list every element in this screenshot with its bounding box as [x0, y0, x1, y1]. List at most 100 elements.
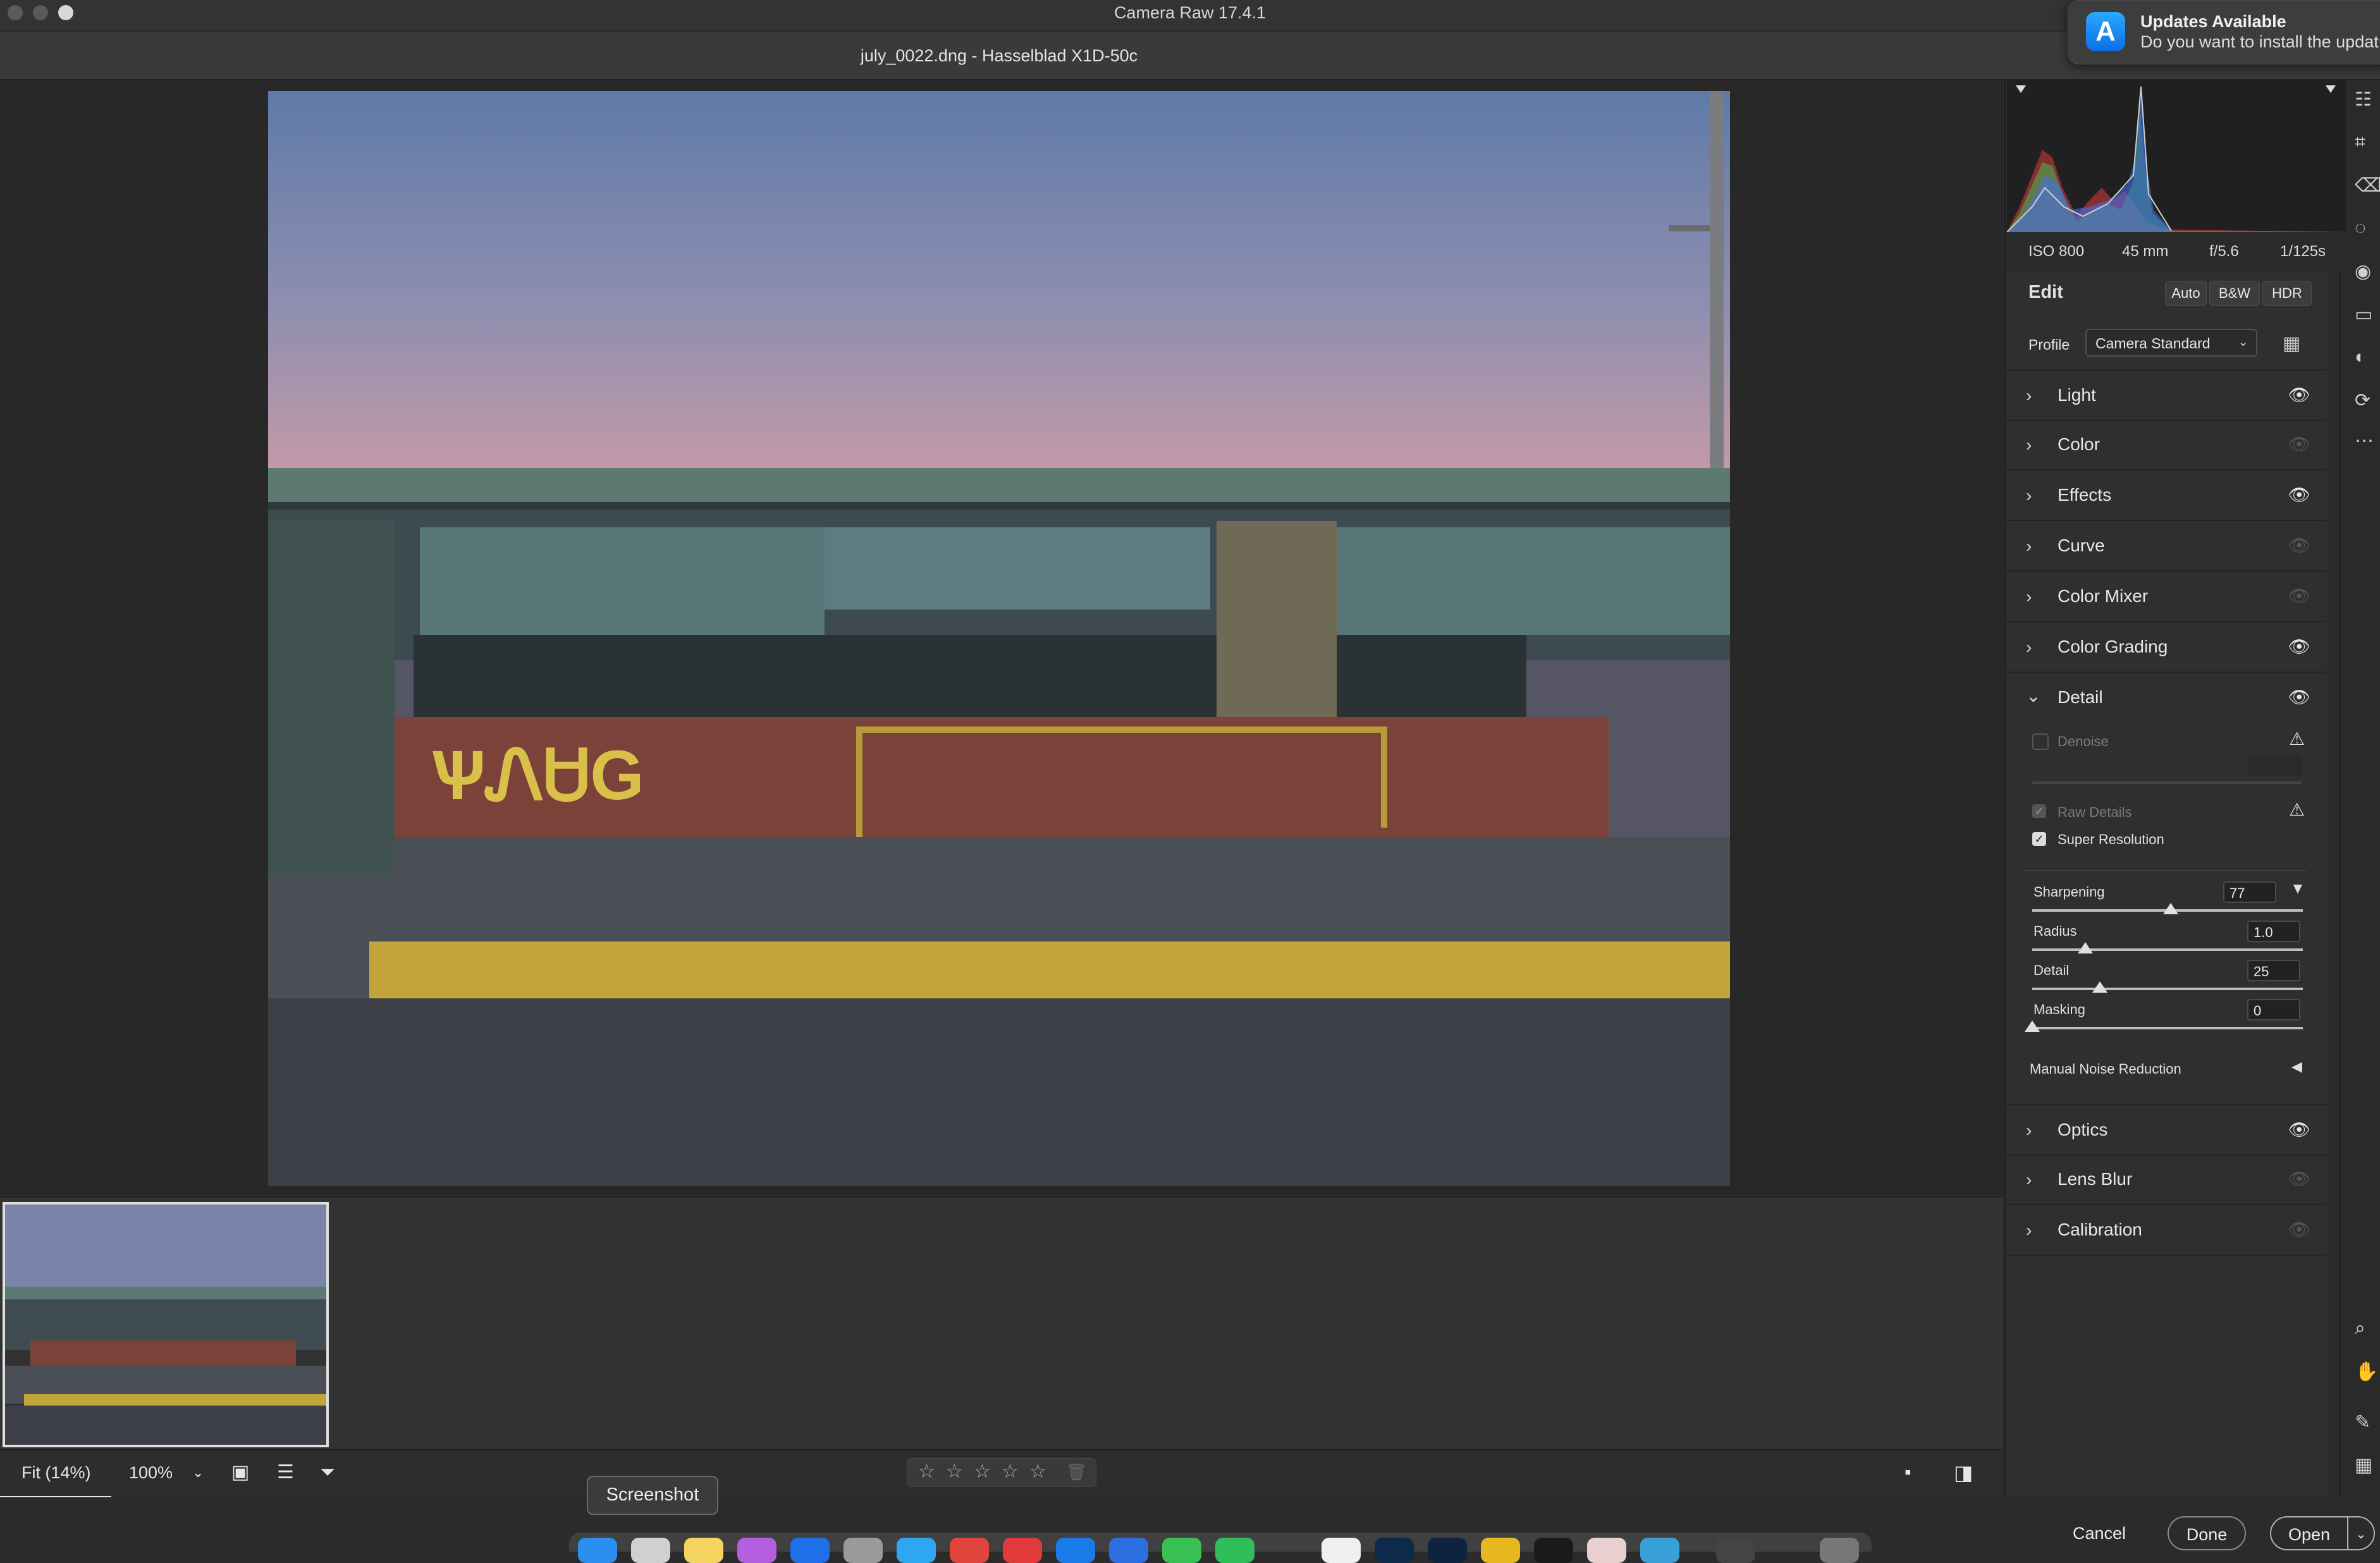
radius-slider-track[interactable] — [2032, 948, 2303, 951]
profile-browser-icon[interactable]: ▦ — [2283, 333, 2300, 355]
visibility-eye-icon[interactable]: 👁 — [2288, 636, 2310, 657]
visibility-eye-icon[interactable]: 👁 — [2288, 434, 2310, 455]
star-4-icon[interactable]: ☆ — [1002, 1458, 1019, 1486]
zoom-100-button[interactable]: 100% — [129, 1449, 173, 1496]
denoise-checkbox[interactable] — [2032, 733, 2049, 750]
lightroom-dock-icon[interactable] — [1428, 1538, 1467, 1563]
detail-amount-value[interactable]: 25 — [2247, 960, 2300, 981]
sharpening-slider-thumb[interactable] — [2163, 903, 2178, 914]
super-resolution-checkbox[interactable]: ✓ — [2032, 832, 2046, 846]
section-detail[interactable]: ⌄ Detail 👁 — [2007, 673, 2326, 722]
heal-eraser-icon[interactable]: ⌫ — [2355, 175, 2380, 197]
chevron-right-icon: › — [2026, 1120, 2032, 1140]
folder-dock-icon[interactable] — [1716, 1538, 1755, 1563]
update-notification[interactable]: A Updates Available Do you want to insta… — [2068, 0, 2380, 64]
photoshop-dock-icon[interactable] — [1375, 1538, 1414, 1563]
sharpening-collapse-icon[interactable]: ▼ — [2290, 880, 2305, 898]
sampler-tool-icon[interactable]: ✎ — [2355, 1411, 2371, 1433]
section-color-mixer[interactable]: › Color Mixer 👁 — [2007, 572, 2326, 622]
sort-icon[interactable]: ☰ — [277, 1449, 294, 1496]
section-lens-blur[interactable]: › Lens Blur 👁 — [2007, 1155, 2326, 1205]
section-curve[interactable]: › Curve 👁 — [2007, 521, 2326, 572]
star-2-icon[interactable]: ☆ — [946, 1458, 963, 1486]
radius-slider-thumb[interactable] — [2078, 942, 2093, 953]
chevron-right-icon: › — [2026, 587, 2032, 606]
music-dock-icon[interactable] — [1003, 1538, 1042, 1563]
section-color-grading[interactable]: › Color Grading 👁 — [2007, 622, 2326, 673]
cancel-button[interactable]: Cancel — [2060, 1516, 2138, 1550]
maps-dock-icon[interactable] — [1640, 1538, 1679, 1563]
open-button[interactable]: Open — [2270, 1516, 2348, 1550]
preview-dock-icon[interactable] — [1587, 1538, 1626, 1563]
snapshots-icon[interactable]: ▭ — [2355, 303, 2372, 326]
red-eye-icon[interactable]: ◉ — [2355, 260, 2371, 283]
notes-dock-icon[interactable] — [684, 1538, 723, 1563]
detail-amount-slider-thumb[interactable] — [2092, 981, 2107, 993]
calendar-dock-icon[interactable] — [950, 1538, 989, 1563]
zoom-tool-icon[interactable]: ⌕ — [2355, 1318, 2365, 1339]
profile-dropdown[interactable]: Camera Standard ⌄ — [2085, 329, 2257, 357]
visibility-eye-icon[interactable]: 👁 — [2288, 1168, 2310, 1189]
radius-value[interactable]: 1.0 — [2247, 921, 2300, 942]
masking-value[interactable]: 0 — [2247, 999, 2300, 1021]
raw-details-checkbox[interactable]: ✓ — [2032, 804, 2046, 818]
trash-dock-icon[interactable] — [1820, 1538, 1859, 1563]
auto-button[interactable]: Auto — [2165, 281, 2207, 306]
section-color[interactable]: › Color 👁 — [2007, 420, 2326, 470]
visibility-eye-icon[interactable]: 👁 — [2288, 687, 2310, 708]
section-calibration[interactable]: › Calibration 👁 — [2007, 1205, 2326, 1256]
files-dock-icon[interactable] — [1109, 1538, 1148, 1563]
masking-slider-track[interactable] — [2032, 1027, 2303, 1029]
sync-icon[interactable]: ⟳ — [2355, 389, 2371, 412]
pencil-dock-icon[interactable] — [1481, 1538, 1520, 1563]
trash-icon[interactable]: 🗑 — [1066, 1458, 1087, 1486]
visibility-eye-icon[interactable]: 👁 — [2288, 585, 2310, 606]
presets-icon[interactable]: ◐ — [2355, 346, 2366, 368]
messages-dock-icon[interactable] — [1162, 1538, 1201, 1563]
visibility-eye-icon[interactable]: 👁 — [2288, 535, 2310, 556]
filmstrip-view-icon[interactable]: ▣ — [231, 1449, 249, 1496]
star-5-icon[interactable]: ☆ — [1029, 1458, 1046, 1486]
chatgpt-dock-icon[interactable] — [1322, 1538, 1361, 1563]
visibility-eye-icon[interactable]: 👁 — [2288, 1119, 2310, 1140]
filter-icon[interactable]: ⏷ — [320, 1449, 335, 1496]
before-after-view-icon[interactable]: ◨ — [1954, 1449, 1973, 1496]
mail-dock-icon[interactable] — [790, 1538, 830, 1563]
podcasts-dock-icon[interactable] — [737, 1538, 776, 1563]
done-button[interactable]: Done — [2168, 1516, 2246, 1550]
more-options-icon[interactable]: ⋯ — [2355, 430, 2374, 452]
section-effects[interactable]: › Effects 👁 — [2007, 470, 2326, 521]
visibility-eye-icon[interactable]: 👁 — [2288, 484, 2310, 505]
section-light[interactable]: › Light 👁 — [2007, 369, 2326, 421]
filmstrip-thumbnail[interactable] — [3, 1202, 329, 1447]
app-store-icon: A — [2086, 12, 2125, 51]
facetime-dock-icon[interactable] — [1215, 1538, 1254, 1563]
manual-noise-reduction-toggle-icon[interactable]: ◀ — [2291, 1058, 2302, 1075]
visibility-eye-icon[interactable]: 👁 — [2288, 1219, 2310, 1240]
grid-overlay-icon[interactable]: ▦ — [2355, 1454, 2372, 1476]
edit-sliders-icon[interactable]: ☷ — [2355, 89, 2372, 111]
photo-preview[interactable]: ѰᏁᏌG — [268, 91, 1730, 1186]
histogram — [2006, 80, 2346, 233]
crop-icon[interactable]: ⌗ — [2355, 132, 2365, 153]
visibility-eye-icon[interactable]: 👁 — [2288, 384, 2310, 405]
hand-tool-icon[interactable]: ✋ — [2355, 1361, 2378, 1383]
terminal-dock-icon[interactable] — [1534, 1538, 1573, 1563]
settings-dock-icon[interactable] — [843, 1538, 883, 1563]
star-1-icon[interactable]: ☆ — [918, 1458, 935, 1486]
safari-dock-icon[interactable] — [897, 1538, 936, 1563]
detail-amount-slider-track[interactable] — [2032, 988, 2303, 990]
app-store-dock-icon[interactable] — [1056, 1538, 1095, 1563]
finder-dock-icon[interactable] — [578, 1538, 617, 1563]
hdr-button[interactable]: HDR — [2262, 281, 2312, 306]
denoise-slider-track — [2032, 782, 2302, 784]
single-view-icon[interactable]: ▪ — [1905, 1449, 1911, 1496]
bw-button[interactable]: B&W — [2209, 281, 2260, 306]
star-3-icon[interactable]: ☆ — [974, 1458, 991, 1486]
masking-slider-thumb[interactable] — [2025, 1021, 2040, 1032]
zoom-dropdown-chevron-icon[interactable]: ⌄ — [192, 1449, 204, 1496]
launchpad-dock-icon[interactable] — [631, 1538, 670, 1563]
masking-icon[interactable]: ◌ — [2355, 218, 2366, 239]
sharpening-value[interactable]: 77 — [2223, 881, 2276, 903]
section-optics[interactable]: › Optics 👁 — [2007, 1104, 2326, 1156]
